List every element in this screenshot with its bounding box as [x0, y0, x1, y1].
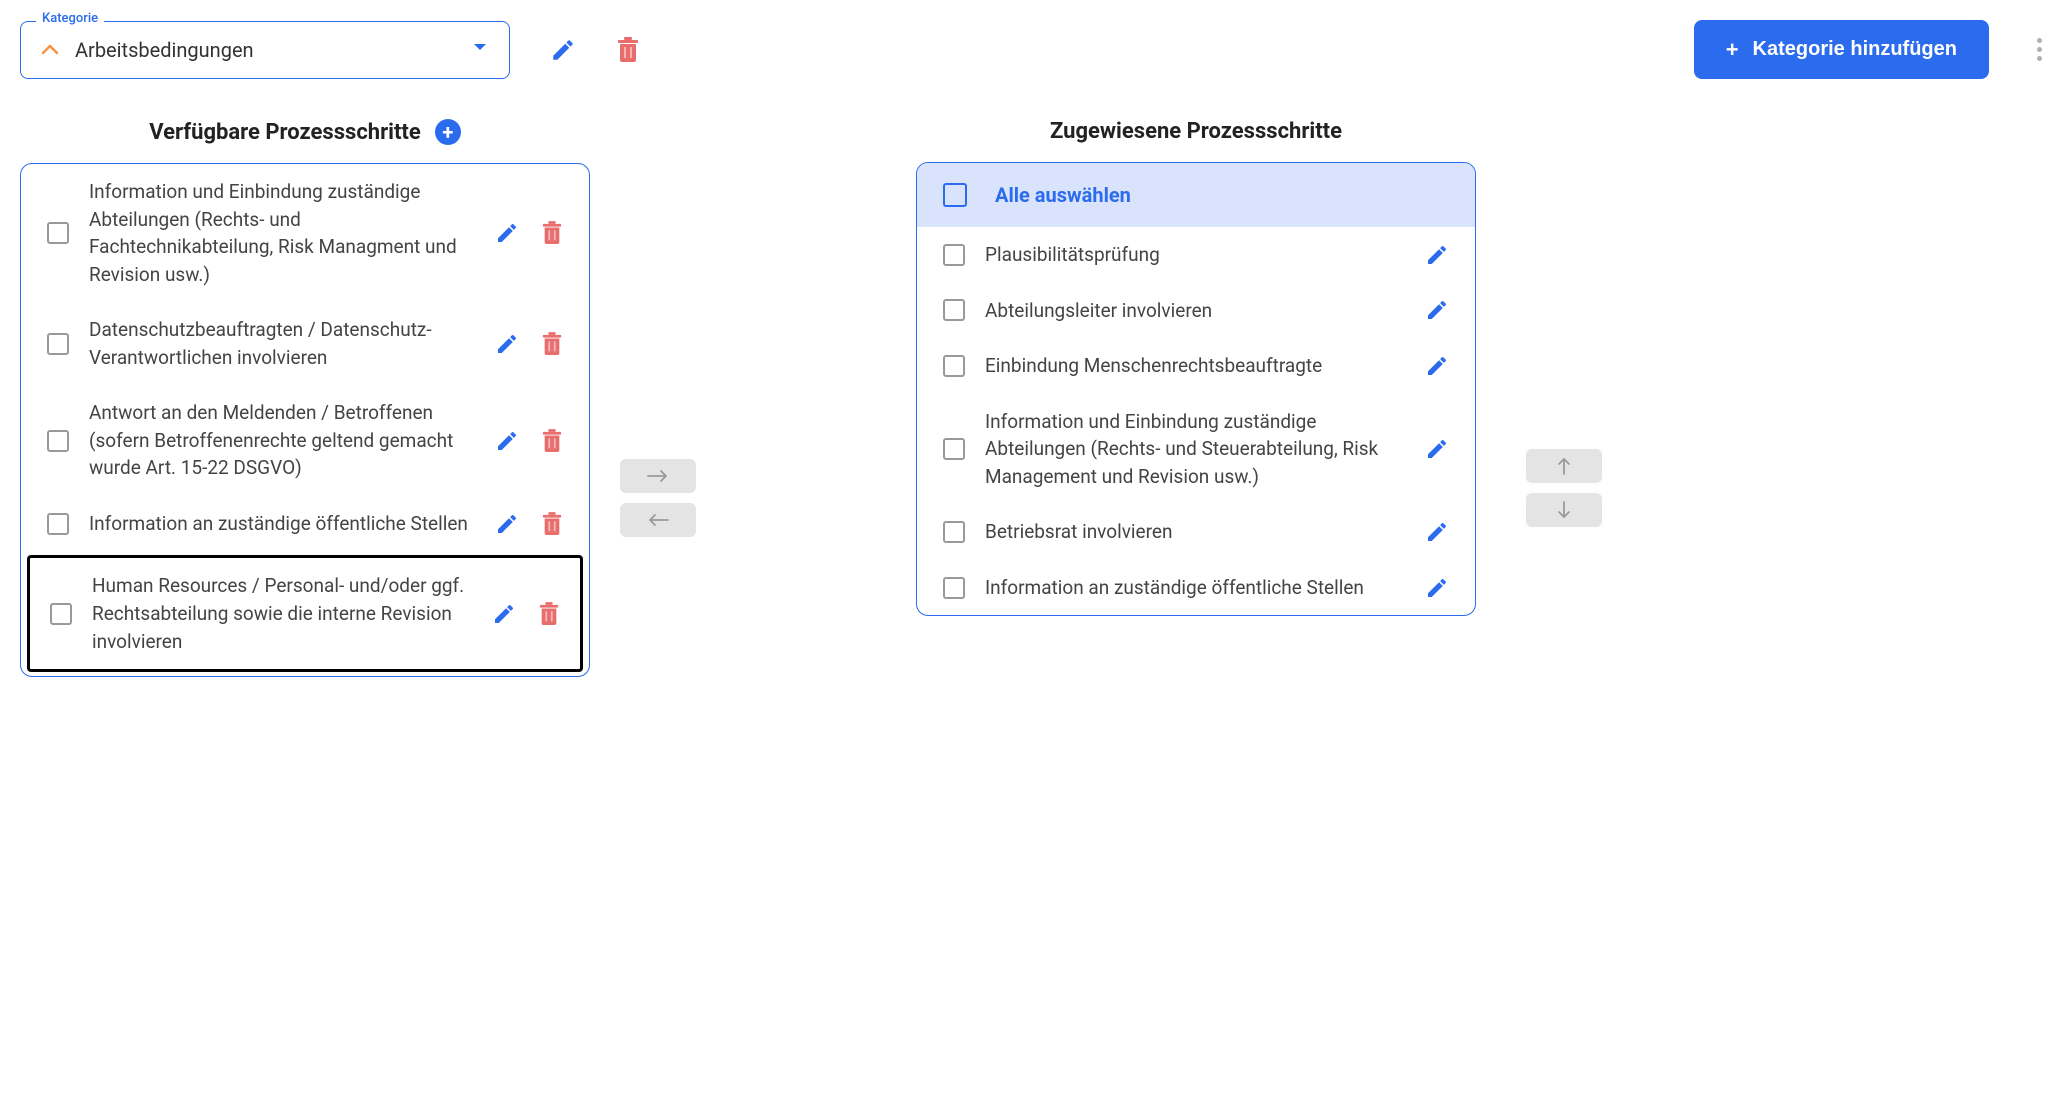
category-value: Arbeitsbedingungen	[75, 38, 457, 62]
edit-category-button[interactable]	[550, 37, 576, 63]
item-checkbox[interactable]	[943, 299, 965, 321]
item-actions	[1425, 437, 1449, 461]
item-checkbox[interactable]	[943, 438, 965, 460]
item-actions	[1425, 298, 1449, 322]
add-category-button[interactable]: + Kategorie hinzufügen	[1694, 20, 1989, 79]
assigned-panel: Alle auswählen Plausibilitätsprüfung Abte…	[916, 162, 1476, 616]
item-label: Human Resources / Personal- und/oder ggf…	[92, 572, 472, 655]
item-actions	[495, 331, 563, 357]
item-actions	[1425, 354, 1449, 378]
edit-item-button[interactable]	[1425, 298, 1449, 322]
delete-item-button[interactable]	[538, 601, 560, 627]
category-dropdown[interactable]: Arbeitsbedingungen	[20, 21, 510, 79]
available-item: Antwort an den Meldenden / Betroffenen (…	[21, 385, 589, 496]
add-process-step-button[interactable]: +	[435, 119, 461, 145]
assigned-item: Plausibilitätsprüfung	[917, 227, 1475, 283]
item-checkbox[interactable]	[50, 603, 72, 625]
item-label: Abteilungsleiter involvieren	[985, 297, 1405, 325]
item-label: Datenschutzbeauftragten / Datenschutz-Ve…	[89, 316, 475, 371]
edit-item-button[interactable]	[1425, 520, 1449, 544]
item-label: Antwort an den Meldenden / Betroffenen (…	[89, 399, 475, 482]
edit-item-button[interactable]	[495, 221, 519, 245]
move-down-button[interactable]	[1526, 493, 1602, 527]
chevron-up-icon	[41, 41, 59, 59]
item-label: Information an zuständige öffentliche St…	[985, 574, 1405, 602]
assigned-title: Zugewiesene Prozessschritte	[1050, 119, 1342, 144]
item-actions	[1425, 520, 1449, 544]
delete-item-button[interactable]	[541, 511, 563, 537]
item-actions	[492, 601, 560, 627]
move-up-button[interactable]	[1526, 449, 1602, 483]
dual-list-container: Verfügbare Prozessschritte + Information…	[20, 119, 2050, 677]
assigned-item: Einbindung Menschenrechtsbeauftragte	[917, 338, 1475, 394]
transfer-controls	[620, 459, 696, 537]
assigned-item: Information und Einbindung zuständige Ab…	[917, 394, 1475, 505]
edit-item-button[interactable]	[495, 512, 519, 536]
edit-item-button[interactable]	[495, 429, 519, 453]
category-field-wrapper: Kategorie Arbeitsbedingungen	[20, 21, 510, 79]
edit-item-button[interactable]	[1425, 437, 1449, 461]
item-checkbox[interactable]	[943, 577, 965, 599]
item-actions	[1425, 243, 1449, 267]
item-label: Information und Einbindung zuständige Ab…	[985, 408, 1405, 491]
item-checkbox[interactable]	[943, 244, 965, 266]
item-label: Information an zuständige öffentliche St…	[89, 510, 475, 538]
item-label: Plausibilitätsprüfung	[985, 241, 1405, 269]
move-right-button[interactable]	[620, 459, 696, 493]
select-all-checkbox[interactable]	[943, 183, 967, 207]
item-label: Einbindung Menschenrechtsbeauftragte	[985, 352, 1405, 380]
item-actions	[495, 511, 563, 537]
edit-item-button[interactable]	[1425, 243, 1449, 267]
item-checkbox[interactable]	[47, 333, 69, 355]
available-item: Human Resources / Personal- und/oder ggf…	[27, 555, 583, 672]
add-category-label: Kategorie hinzufügen	[1753, 38, 1957, 61]
edit-item-button[interactable]	[495, 332, 519, 356]
item-actions	[495, 428, 563, 454]
item-checkbox[interactable]	[47, 222, 69, 244]
delete-item-button[interactable]	[541, 331, 563, 357]
item-actions	[1425, 576, 1449, 600]
assigned-header: Zugewiesene Prozessschritte	[916, 119, 1476, 144]
more-options-button[interactable]	[2029, 30, 2050, 69]
available-item: Information und Einbindung zuständige Ab…	[21, 164, 589, 302]
item-checkbox[interactable]	[943, 521, 965, 543]
assigned-item: Information an zuständige öffentliche St…	[917, 560, 1475, 616]
available-header: Verfügbare Prozessschritte +	[20, 119, 590, 145]
item-checkbox[interactable]	[47, 430, 69, 452]
select-all-label: Alle auswählen	[995, 183, 1131, 207]
edit-item-button[interactable]	[1425, 576, 1449, 600]
available-item: Information an zuständige öffentliche St…	[21, 496, 589, 552]
move-left-button[interactable]	[620, 503, 696, 537]
available-column: Verfügbare Prozessschritte + Information…	[20, 119, 590, 677]
edit-item-button[interactable]	[492, 602, 516, 626]
available-title: Verfügbare Prozessschritte	[149, 120, 421, 145]
plus-icon: +	[1726, 39, 1739, 61]
assigned-item: Betriebsrat involvieren	[917, 504, 1475, 560]
item-label: Betriebsrat involvieren	[985, 518, 1405, 546]
assigned-column: Zugewiesene Prozessschritte Alle auswähl…	[916, 119, 1476, 616]
caret-down-icon	[473, 42, 489, 58]
available-item: Datenschutzbeauftragten / Datenschutz-Ve…	[21, 302, 589, 385]
delete-item-button[interactable]	[541, 428, 563, 454]
item-actions	[495, 220, 563, 246]
select-all-row[interactable]: Alle auswählen	[917, 163, 1475, 227]
top-toolbar: Kategorie Arbeitsbedingungen + Kategorie…	[20, 20, 2050, 79]
item-checkbox[interactable]	[943, 355, 965, 377]
edit-item-button[interactable]	[1425, 354, 1449, 378]
item-checkbox[interactable]	[47, 513, 69, 535]
category-legend: Kategorie	[36, 11, 104, 26]
delete-category-button[interactable]	[616, 36, 640, 64]
assigned-item: Abteilungsleiter involvieren	[917, 283, 1475, 339]
item-label: Information und Einbindung zuständige Ab…	[89, 178, 475, 288]
available-panel: Information und Einbindung zuständige Ab…	[20, 163, 590, 677]
delete-item-button[interactable]	[541, 220, 563, 246]
reorder-controls	[1526, 449, 1602, 527]
